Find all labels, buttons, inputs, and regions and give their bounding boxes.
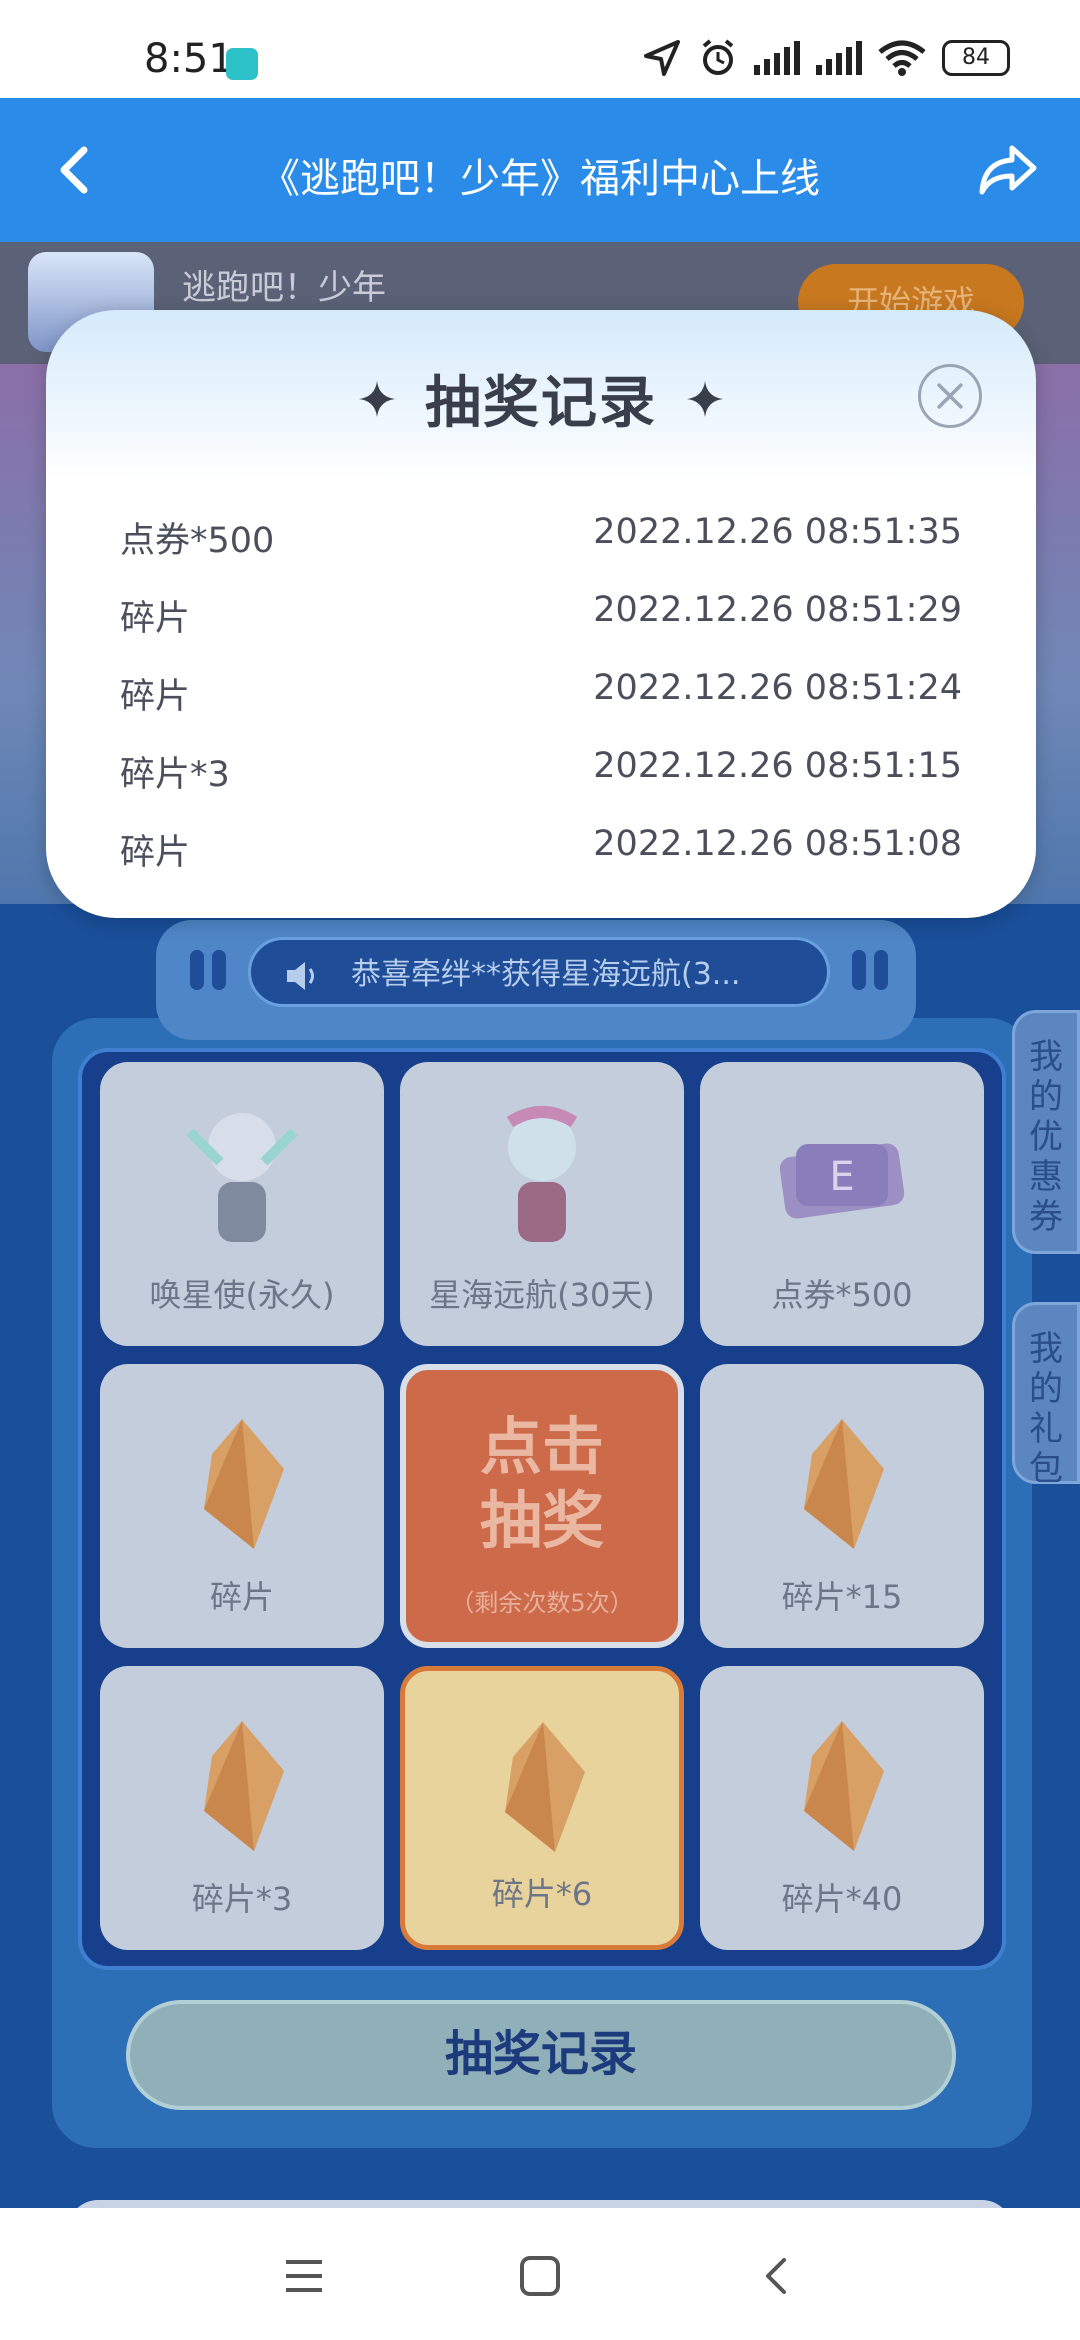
dialog-title: 抽奖记录 bbox=[425, 371, 657, 436]
shard-icon bbox=[804, 1419, 884, 1549]
prize-cell: 碎片*15 bbox=[700, 1364, 984, 1648]
dialog-header: 抽奖记录 bbox=[46, 358, 1036, 439]
record-time: 2022.12.26 08:51:15 bbox=[593, 746, 962, 786]
shard-icon bbox=[505, 1722, 585, 1852]
shard-icon bbox=[204, 1419, 284, 1549]
my-gifts-label: 我的礼包 bbox=[1029, 1329, 1063, 1489]
record-time: 2022.12.26 08:51:35 bbox=[593, 512, 962, 552]
coupon-icon: E bbox=[779, 1143, 905, 1219]
prize-cell: 碎片*40 bbox=[700, 1666, 984, 1950]
app-header: 《逃跑吧！少年》福利中心上线 bbox=[0, 98, 1080, 242]
record-prize: 碎片 bbox=[120, 677, 191, 717]
app-notification-icon bbox=[226, 48, 258, 80]
status-time: 8:51 bbox=[144, 36, 234, 82]
record-time: 2022.12.26 08:51:29 bbox=[593, 590, 962, 630]
prize-label: 星海远航(30天) bbox=[429, 1276, 655, 1314]
status-bar: 8:51 84 bbox=[0, 0, 1080, 98]
prize-cell: E 点券*500 bbox=[700, 1062, 984, 1346]
signal-icon bbox=[754, 41, 800, 75]
record-prize: 碎片 bbox=[120, 833, 191, 873]
record-time: 2022.12.26 08:51:08 bbox=[593, 824, 962, 864]
marquee-decoration-right bbox=[852, 950, 888, 990]
prize-cell: 唤星使(永久) bbox=[100, 1062, 384, 1346]
prize-label: 碎片*6 bbox=[491, 1875, 593, 1913]
alarm-icon bbox=[702, 39, 734, 75]
my-coupons-label: 我的优惠券 bbox=[1029, 1037, 1063, 1237]
prize-label: 唤星使(永久) bbox=[149, 1276, 335, 1314]
svg-text:E: E bbox=[829, 1154, 854, 1200]
prize-label: 碎片*15 bbox=[781, 1578, 903, 1616]
draw-button[interactable]: 点击 抽奖 （剩余次数5次） bbox=[400, 1364, 684, 1648]
sparkle-icon bbox=[359, 380, 395, 417]
prize-label: 点券*500 bbox=[771, 1276, 913, 1314]
prize-cell: 星海远航(30天) bbox=[400, 1062, 684, 1346]
record-prize: 碎片*3 bbox=[120, 755, 230, 795]
page-title: 《逃跑吧！少年》福利中心上线 bbox=[260, 156, 820, 202]
share-icon[interactable] bbox=[976, 138, 1040, 202]
shard-icon bbox=[804, 1721, 884, 1851]
record-row: 碎片*3 2022.12.26 08:51:15 bbox=[120, 746, 962, 806]
remaining-count: （剩余次数5次） bbox=[450, 1589, 634, 1617]
prize-cell: 碎片*3 bbox=[100, 1666, 384, 1950]
record-prize: 点券*500 bbox=[120, 521, 275, 561]
sparkle-icon bbox=[687, 380, 723, 417]
prize-grid: 唤星使(永久) 星海远航(30天) E 点券*500 碎片 点击 抽奖 （剩余次数… bbox=[78, 1048, 1006, 1970]
prize-label: 碎片 bbox=[209, 1578, 274, 1616]
record-row: 点券*500 2022.12.26 08:51:35 bbox=[120, 512, 962, 572]
back-icon[interactable] bbox=[756, 2254, 800, 2298]
battery-icon: 84 bbox=[942, 40, 1010, 76]
record-prize: 碎片 bbox=[120, 599, 191, 639]
marquee-text: 恭喜牵绊**获得星海远航(3... bbox=[351, 957, 741, 992]
lottery-records-dialog: 抽奖记录 点券*500 2022.12.26 08:51:35 碎片 2022.… bbox=[46, 310, 1036, 918]
winner-marquee: 恭喜牵绊**获得星海远航(3... bbox=[248, 937, 830, 1007]
signal-icon bbox=[816, 41, 862, 75]
lottery-records-button[interactable]: 抽奖记录 bbox=[126, 2000, 956, 2110]
my-coupons-tab[interactable]: 我的优惠券 bbox=[1012, 1010, 1080, 1254]
record-row: 碎片 2022.12.26 08:51:29 bbox=[120, 590, 962, 650]
marquee-decoration-left bbox=[190, 950, 226, 990]
shard-icon bbox=[204, 1721, 284, 1851]
prize-cell: 碎片 bbox=[100, 1364, 384, 1648]
prize-cell-highlighted: 碎片*6 bbox=[400, 1666, 684, 1950]
home-icon[interactable] bbox=[518, 2254, 562, 2298]
wifi-icon bbox=[878, 40, 926, 76]
close-icon[interactable] bbox=[918, 364, 982, 428]
status-icons: 84 bbox=[642, 38, 1010, 78]
system-nav-bar bbox=[0, 2208, 1080, 2340]
record-time: 2022.12.26 08:51:24 bbox=[593, 668, 962, 708]
location-icon bbox=[644, 40, 680, 76]
prize-label: 碎片*40 bbox=[781, 1880, 903, 1918]
draw-button-label: 点击 抽奖 bbox=[479, 1410, 604, 1557]
menu-icon[interactable] bbox=[282, 2254, 326, 2298]
speaker-icon bbox=[287, 962, 314, 990]
my-gifts-tab[interactable]: 我的礼包 bbox=[1012, 1302, 1080, 1489]
record-row: 碎片 2022.12.26 08:51:08 bbox=[120, 824, 962, 884]
game-name: 逃跑吧！少年 bbox=[182, 268, 386, 308]
character-icon bbox=[506, 1106, 578, 1242]
prize-label: 碎片*3 bbox=[191, 1880, 293, 1918]
record-row: 碎片 2022.12.26 08:51:24 bbox=[120, 668, 962, 728]
character-icon bbox=[186, 1113, 298, 1242]
